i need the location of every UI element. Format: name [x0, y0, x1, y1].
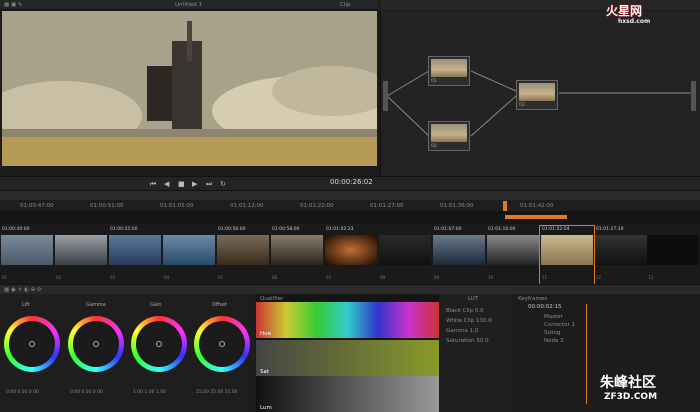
step-back-icon[interactable]: ◀: [164, 180, 169, 188]
node-03[interactable]: 03: [516, 80, 558, 110]
stop-icon[interactable]: ■: [178, 180, 185, 188]
hue-curve[interactable]: [256, 302, 439, 338]
clip[interactable]: 04: [162, 226, 216, 284]
watermark-logo-top: 火星网: [606, 4, 643, 18]
clip[interactable]: 01:00:58:00 06: [270, 226, 324, 284]
node-02[interactable]: 02: [428, 121, 470, 151]
node-graph-header: [380, 0, 700, 10]
clip[interactable]: 01:01:27:10 12: [594, 226, 648, 284]
gamma-wheel[interactable]: [68, 316, 124, 372]
timeline-track[interactable]: [0, 211, 700, 224]
launch-image: [2, 11, 377, 166]
timeline-ruler[interactable]: 01:00:47:00 01:00:51:00 01:01:05:00 01:0…: [0, 201, 700, 211]
gain-wheel[interactable]: [131, 316, 187, 372]
loop-icon[interactable]: ↻: [220, 180, 226, 188]
skip-back-icon[interactable]: ⏮: [150, 180, 156, 189]
clip[interactable]: 08: [378, 226, 432, 284]
watermark-domain: ZF3D.COM: [604, 392, 658, 402]
clip[interactable]: 02: [54, 226, 108, 284]
node-graph[interactable]: 01 02 03: [380, 11, 700, 176]
watermark-brand: 朱峰社区: [600, 375, 656, 391]
play-icon[interactable]: ▶: [192, 180, 197, 188]
clip[interactable]: 01:01:07:00 09: [432, 226, 486, 284]
skip-forward-icon[interactable]: ⏭: [206, 180, 212, 189]
watermark-url: hxsd.com: [618, 18, 651, 25]
lift-wheel[interactable]: [4, 316, 60, 372]
clip[interactable]: 01:00:56:00 05: [216, 226, 270, 284]
color-wheels-panel: Lift Gamma Gain Offset 0.00 0.00 0.00 0.…: [0, 294, 254, 412]
video-viewer[interactable]: [2, 11, 377, 166]
clip[interactable]: 01:00:55:00 03: [108, 226, 162, 284]
viewer-title: Untitled 1: [175, 2, 203, 8]
track-selection: [505, 215, 567, 219]
toolbar-icons[interactable]: ▦ ◉ ☀ ◐ ⊕ ⟳: [4, 287, 42, 293]
clip[interactable]: 01:01:02:23 07: [324, 226, 378, 284]
clip-selected[interactable]: 01:01:02:04 11: [539, 225, 595, 285]
lum-curve[interactable]: [256, 376, 439, 412]
qualifier-panel: Qualifier Hue Sat Lum: [256, 294, 439, 412]
node-01[interactable]: 01: [428, 56, 470, 86]
timeline-toolbar: [0, 190, 700, 200]
clip[interactable]: 13: [646, 226, 700, 284]
viewer-mode[interactable]: Clip: [340, 2, 350, 8]
offset-wheel[interactable]: [194, 316, 250, 372]
clip[interactable]: 01:01:10:00 10: [486, 226, 540, 284]
viewer-timecode: 00:00:26:02: [330, 178, 373, 186]
grading-toolbar: ▦ ◉ ☀ ◐ ⊕ ⟳: [0, 284, 700, 294]
clip-strip: 01:00:40:00 01 02 01:00:55:00 03 04 01:00:…: [0, 225, 700, 285]
viewer-menu-icon[interactable]: ▦ ▣ ✎: [4, 2, 23, 8]
info-panel: LUT Black Clip 0.0 White Clip 100.0 Gamm…: [440, 294, 512, 412]
clip[interactable]: 01:00:40:00 01: [0, 226, 54, 284]
keyframe-playhead[interactable]: [586, 304, 587, 404]
playhead[interactable]: [503, 201, 507, 211]
viewer-header: ▦ ▣ ✎ Untitled 1 Clip: [0, 0, 378, 10]
sat-curve[interactable]: [256, 340, 439, 376]
